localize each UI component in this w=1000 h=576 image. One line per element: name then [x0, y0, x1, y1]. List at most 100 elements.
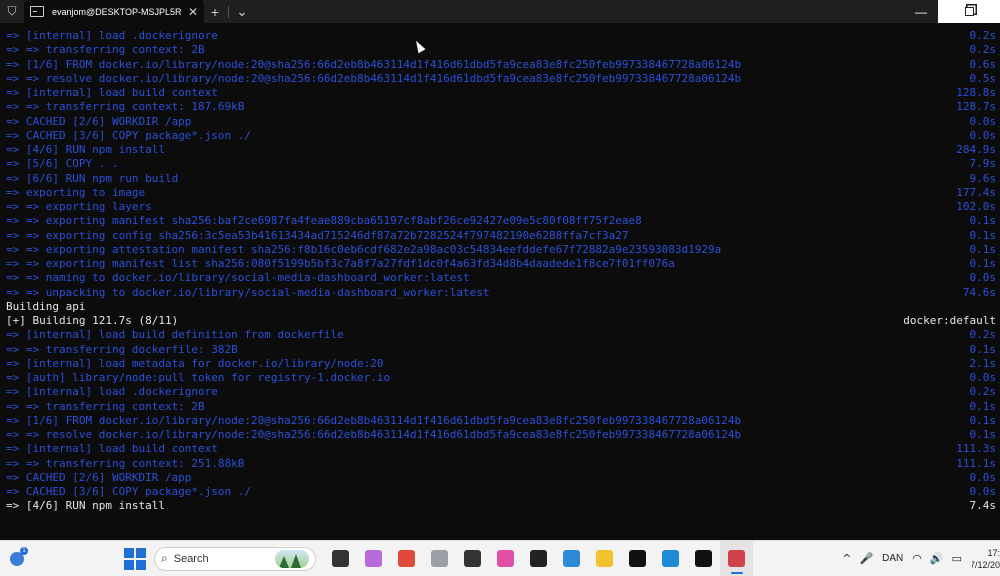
- edge-app[interactable]: [555, 541, 588, 576]
- terminal-line-text: => => exporting attestation manifest sha…: [6, 242, 722, 256]
- windows-start-icon[interactable]: [124, 547, 146, 570]
- divider: [228, 5, 229, 18]
- terminal-line: Building api: [0, 300, 1000, 314]
- wifi-icon[interactable]: ◠: [912, 552, 922, 565]
- terminal-line-duration: 2.1s: [969, 356, 997, 370]
- terminal-line-text: => [4/6] RUN npm install: [6, 143, 165, 156]
- edge-icon: [563, 550, 580, 567]
- terminal-line-text: => => resolve docker.io/library/node:20@…: [6, 71, 742, 85]
- terminal-line-duration: 111.1s: [956, 456, 996, 470]
- language-indicator[interactable]: DAN: [882, 553, 903, 564]
- tab-dropdown-button[interactable]: ⌄: [231, 0, 253, 23]
- terminal-line-duration: 0.2s: [969, 385, 997, 399]
- terminal-line-duration: 0.1s: [969, 413, 997, 427]
- terminal-line: => [internal] load metadata for docker.i…: [0, 357, 1000, 371]
- copilot-icon: [365, 550, 382, 567]
- new-tab-button[interactable]: +: [204, 0, 226, 23]
- terminal-line-duration: 128.8s: [956, 86, 996, 99]
- terminal-line-duration: 0.5s: [969, 71, 997, 85]
- terminal-line-text: => => transferring context: 2B: [6, 399, 205, 413]
- terminal-line-duration: 7.9s: [969, 157, 997, 171]
- snipping-tool-app[interactable]: [720, 541, 753, 576]
- notepad-app[interactable]: [456, 541, 489, 576]
- terminal-line-duration: 0.6s: [969, 57, 997, 71]
- terminal-line-text: => CACHED [2/6] WORKDIR /app: [6, 470, 192, 484]
- terminal-line: => [internal] load build definition from…: [0, 328, 1000, 342]
- terminal-line: => [internal] load build context 111.3s: [0, 442, 1000, 456]
- terminal-line-duration: 74.6s: [962, 285, 996, 299]
- tab-title: evanjom@DESKTOP-MSJPL5R: [52, 6, 182, 17]
- terminal-line: => CACHED [3/6] COPY package*.json ./ 0.0…: [0, 129, 1000, 143]
- terminal-line-text: => => exporting layers: [6, 200, 152, 213]
- terminal-line: => => transferring dockerfile: 382B 0.1s: [0, 343, 1000, 357]
- file-explorer-app[interactable]: [588, 541, 621, 576]
- color-picker-icon: [497, 550, 514, 567]
- weather-widget[interactable]: 1: [0, 541, 34, 576]
- terminal-line-text: => CACHED [3/6] COPY package*.json ./: [6, 485, 252, 498]
- tiktok-app[interactable]: [687, 541, 720, 576]
- volume-icon[interactable]: 🔊: [930, 552, 944, 565]
- terminal-tab-icon: [30, 6, 44, 17]
- terminal-line-text: => [6/6] RUN npm run build: [6, 171, 179, 185]
- search-input[interactable]: Search: [174, 553, 275, 565]
- close-tab-icon[interactable]: ✕: [188, 5, 198, 19]
- terminal-line: => => resolve docker.io/library/node:20@…: [0, 72, 1000, 86]
- restore-button[interactable]: [938, 0, 1000, 23]
- terminal-line-duration: docker:default: [903, 314, 996, 327]
- alarm-app[interactable]: [423, 541, 456, 576]
- shield-icon[interactable]: ⛉: [0, 0, 24, 23]
- terminal-line: => [4/6] RUN npm install 7.4s: [0, 499, 1000, 513]
- color-picker-app[interactable]: [489, 541, 522, 576]
- terminal-line-duration: 177.4s: [956, 185, 996, 199]
- battery-icon[interactable]: ▭: [952, 552, 962, 565]
- terminal-line-duration: 0.0s: [969, 128, 997, 142]
- terminal-line-duration: 0.0s: [969, 114, 997, 128]
- terminal-line: => [1/6] FROM docker.io/library/node:20@…: [0, 58, 1000, 72]
- terminal-line-duration: 0.2s: [969, 328, 997, 342]
- terminal-line-text: => => exporting manifest sha256:baf2ce69…: [6, 214, 642, 228]
- pinned-apps: [324, 541, 753, 576]
- terminal-line-text: => [internal] load .dockerignore: [6, 29, 218, 42]
- task-view-icon: [332, 550, 349, 567]
- chrome-icon: [398, 550, 415, 567]
- terminal-line: => [internal] load .dockerignore 0.2s: [0, 385, 1000, 399]
- terminal-line: => [internal] load .dockerignore 0.2s: [0, 29, 1000, 43]
- clock[interactable]: 17: 07/12/20: [972, 547, 1000, 571]
- terminal-line-text: => => transferring context: 187.69kB: [6, 100, 245, 114]
- media-player-icon: [629, 550, 646, 567]
- system-tray: ^ 🎤 DAN ◠ 🔊 ▭ 17: 07/12/20: [838, 541, 1000, 576]
- task-view-app[interactable]: [324, 541, 357, 576]
- mic-icon[interactable]: 🎤: [859, 552, 873, 565]
- terminal-line-text: => CACHED [3/6] COPY package*.json ./: [6, 128, 252, 142]
- notepad-icon: [464, 550, 481, 567]
- terminal-line: => => exporting attestation manifest sha…: [0, 243, 1000, 257]
- terminal-app[interactable]: [522, 541, 555, 576]
- chrome-app[interactable]: [390, 541, 423, 576]
- taskbar-search[interactable]: ⌕ Search: [154, 546, 316, 571]
- terminal-line-text: => => transferring dockerfile: 382B: [6, 342, 238, 356]
- terminal-line: => => exporting layers 102.0s: [0, 200, 1000, 214]
- terminal-line-duration: 0.1s: [969, 399, 997, 413]
- clock-time: 17:: [987, 547, 1000, 558]
- terminal-line-duration: 128.7s: [956, 100, 996, 114]
- terminal-line-duration: 0.0s: [969, 371, 997, 384]
- terminal-line: => [auth] library/node:pull token for re…: [0, 371, 1000, 385]
- terminal-line: => => exporting manifest sha256:baf2ce69…: [0, 214, 1000, 228]
- terminal-line: [+] Building 121.7s (8/11) docker:default: [0, 314, 1000, 328]
- terminal-line-text: => [internal] load build context: [6, 86, 218, 99]
- terminal-line: => => exporting config sha256:3c5ea53b41…: [0, 229, 1000, 243]
- vscode-app[interactable]: [654, 541, 687, 576]
- terminal-line: => CACHED [2/6] WORKDIR /app 0.0s: [0, 471, 1000, 485]
- window-controls: —: [904, 0, 1000, 23]
- search-highlight-image: [275, 549, 309, 568]
- terminal-tab[interactable]: evanjom@DESKTOP-MSJPL5R ✕: [24, 0, 204, 23]
- terminal-output[interactable]: => [internal] load .dockerignore 0.2s => =…: [0, 29, 1000, 540]
- minimize-button[interactable]: —: [904, 0, 938, 23]
- terminal-line: => [internal] load build context 128.8s: [0, 86, 1000, 100]
- media-player-app[interactable]: [621, 541, 654, 576]
- terminal-line-text: => [5/6] COPY . .: [6, 157, 119, 171]
- copilot-app[interactable]: [357, 541, 390, 576]
- chevron-up-icon[interactable]: ^: [842, 552, 851, 565]
- terminal-line-duration: 0.1s: [969, 428, 997, 441]
- file-explorer-icon: [596, 550, 613, 567]
